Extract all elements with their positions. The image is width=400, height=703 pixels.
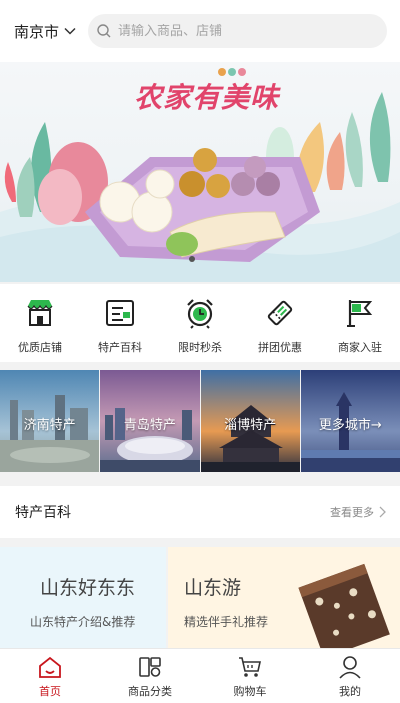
city-selector[interactable]: 南京市 <box>14 16 80 46</box>
tab-categories[interactable]: 商品分类 <box>100 649 200 703</box>
tab-label: 商品分类 <box>128 685 172 698</box>
section-title: 特产百科 <box>15 505 71 521</box>
promo-card-subtitle: 精选伴手礼推荐 <box>184 615 269 629</box>
city-card-label: 淄博特产 <box>224 418 277 433</box>
city-card-label: 济南特产 <box>23 418 76 433</box>
promo-banner[interactable]: 农家有美味 <box>0 62 400 282</box>
encyclopedia-cards: 山东好东东 山东特产介绍&推荐 山东游 精选伴手礼推荐 <box>0 547 400 648</box>
nav-merchant-join[interactable]: 商家入驻 <box>320 284 400 362</box>
nav-label: 商家入驻 <box>338 341 382 354</box>
city-card-label: 青岛特产 <box>123 418 176 433</box>
top-header: 南京市 <box>0 0 400 62</box>
promo-card-subtitle: 山东特产介绍&推荐 <box>30 615 136 629</box>
tab-label: 购物车 <box>233 685 267 698</box>
city-specialty-cards: 济南特产 青岛特产 淄博特产 更多城市→ <box>0 370 400 472</box>
search-icon <box>97 24 111 38</box>
tab-profile[interactable]: 我的 <box>300 649 400 703</box>
tab-cart[interactable]: 购物车 <box>200 649 300 703</box>
chevron-right-icon <box>379 506 386 518</box>
app-page: 南京市 请输入商品、店铺 农家有美味 优质店铺 特产百科 限时秒杀 拼团优惠 商… <box>0 0 400 703</box>
nav-label: 特产百科 <box>98 341 142 354</box>
view-more-link[interactable]: 查看更多 <box>330 504 386 520</box>
banner-indicator-dot[interactable] <box>189 256 195 262</box>
city-card-label: 更多城市→ <box>318 418 382 433</box>
encyclopedia-section-header: 特产百科 查看更多 <box>0 486 400 538</box>
nav-label: 限时秒杀 <box>178 341 222 354</box>
nav-encyclopedia[interactable]: 特产百科 <box>80 284 160 362</box>
banner-title: 农家有美味 <box>134 81 280 114</box>
view-more-label: 查看更多 <box>330 506 374 519</box>
promo-card-title: 山东游 <box>184 577 242 599</box>
city-name: 南京市 <box>14 22 60 41</box>
tab-home[interactable]: 首页 <box>0 649 100 703</box>
city-card-more[interactable]: 更多城市→ <box>300 370 400 472</box>
promo-card-title: 山东好东东 <box>40 577 136 599</box>
promo-card-shandong-travel[interactable]: 山东游 精选伴手礼推荐 <box>168 547 400 648</box>
search-bar[interactable] <box>88 14 387 48</box>
user-icon <box>339 656 361 679</box>
nav-flash-sale[interactable]: 限时秒杀 <box>160 284 240 362</box>
nav-label: 优质店铺 <box>18 341 62 354</box>
cart-icon <box>239 657 261 677</box>
coupon-icon <box>267 300 293 326</box>
city-card-zibo[interactable]: 淄博特产 <box>200 370 300 472</box>
store-icon <box>27 300 53 326</box>
tab-label: 我的 <box>339 685 361 698</box>
city-card-jinan[interactable]: 济南特产 <box>0 370 100 472</box>
promo-card-shandong-goods[interactable]: 山东好东东 山东特产介绍&推荐 <box>0 547 166 648</box>
flag-icon <box>347 300 373 327</box>
encyclopedia-icon <box>106 300 134 326</box>
nav-label: 拼团优惠 <box>258 341 302 354</box>
alarm-clock-icon <box>187 299 213 329</box>
home-icon <box>39 656 61 678</box>
quick-nav: 优质店铺 特产百科 限时秒杀 拼团优惠 商家入驻 <box>0 284 400 362</box>
city-card-qingdao[interactable]: 青岛特产 <box>100 370 200 472</box>
nav-group-buy[interactable]: 拼团优惠 <box>240 284 320 362</box>
bottom-tab-bar: 首页 商品分类 购物车 我的 <box>0 648 400 703</box>
category-icon <box>139 657 161 677</box>
search-input[interactable] <box>118 23 358 39</box>
tab-label: 首页 <box>39 685 61 698</box>
chevron-down-icon <box>64 27 76 35</box>
nav-quality-stores[interactable]: 优质店铺 <box>0 284 80 362</box>
